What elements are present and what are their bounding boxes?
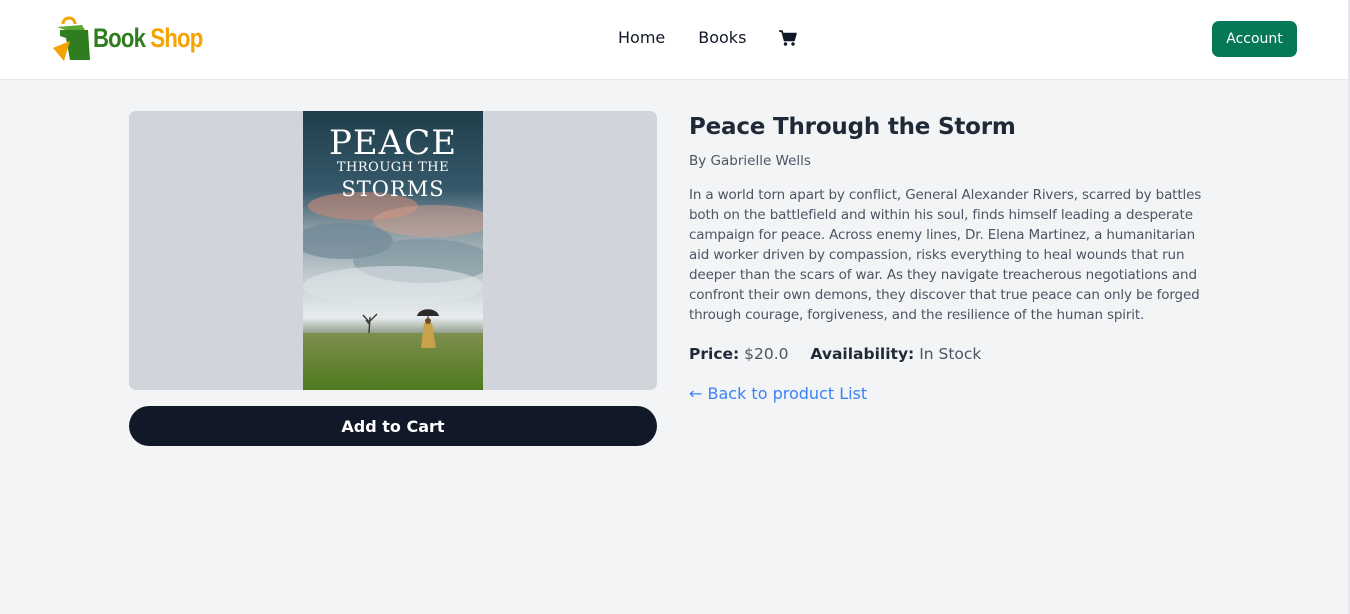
product-details: Peace Through the Storm By Gabrielle Wel… (689, 111, 1219, 405)
price-value: $20.0 (744, 345, 789, 363)
back-to-list-link[interactable]: ← Back to product List (689, 383, 867, 405)
availability-value: In Stock (919, 345, 982, 363)
product-meta: Price: $20.0 Availability: In Stock (689, 343, 1219, 365)
main-nav: Home Books (618, 28, 798, 48)
product-title: Peace Through the Storm (689, 114, 1016, 140)
cover-title-line2: THROUGH THE (336, 160, 450, 175)
product-image-panel: PEACE THROUGH THE STORMS (129, 111, 657, 390)
price-label: Price: (689, 345, 740, 363)
logo[interactable]: Book Shop (52, 14, 227, 62)
product-description: In a world torn apart by conflict, Gener… (689, 187, 1202, 323)
logo-text: Book Shop (93, 22, 203, 53)
nav-home-link[interactable]: Home (618, 28, 665, 48)
cover-title-line1: PEACE (328, 123, 458, 163)
availability-label: Availability: (810, 345, 915, 363)
product-author: By Gabrielle Wells (689, 153, 811, 169)
account-button[interactable]: Account (1212, 21, 1297, 57)
shopping-bag-logo-icon (53, 16, 90, 61)
shopping-cart-icon[interactable] (778, 28, 798, 48)
cover-title-line3: STORMS (341, 177, 445, 201)
add-to-cart-button[interactable]: Add to Cart (129, 406, 657, 446)
nav-books-link[interactable]: Books (698, 28, 746, 48)
site-header: Book Shop Home Books Account (0, 0, 1348, 80)
book-cover-image: PEACE THROUGH THE STORMS (303, 111, 483, 390)
